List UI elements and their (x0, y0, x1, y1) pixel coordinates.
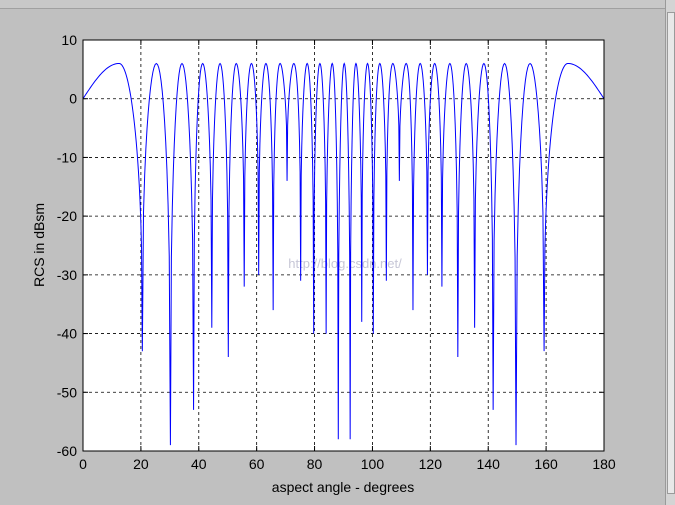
plot-area (83, 40, 604, 451)
x-tick-label: 180 (592, 456, 616, 472)
watermark-text: http://blog.csdn.net/ (288, 256, 402, 271)
x-tick-label: 120 (419, 456, 443, 472)
x-tick-label: 0 (79, 456, 87, 472)
x-axis-label: aspect angle - degrees (272, 479, 414, 495)
watermark: http://blog.csdn.net/ (288, 256, 402, 271)
y-tick-label: -50 (57, 384, 77, 400)
y-tick-label: -30 (57, 267, 77, 283)
y-tick-label: -40 (57, 326, 77, 342)
y-tick-label: -10 (57, 149, 77, 165)
x-tick-label: 40 (191, 456, 207, 472)
x-tick-label: 80 (307, 456, 323, 472)
rcs-chart: http://blog.csdn.net/ 0 20 40 60 80 100 120 140… (31, 32, 616, 495)
x-tick-label: 140 (477, 456, 501, 472)
y-tick-label: 10 (61, 32, 77, 48)
scrollbar-thumb[interactable] (667, 12, 675, 494)
x-tick-labels: 0 20 40 60 80 100 120 140 160 180 (79, 456, 616, 472)
y-tick-label: -20 (57, 208, 77, 224)
x-tick-label: 160 (534, 456, 558, 472)
x-tick-label: 60 (249, 456, 265, 472)
x-tick-label: 100 (361, 456, 385, 472)
x-tick-label: 20 (133, 456, 149, 472)
vertical-scrollbar[interactable] (665, 0, 675, 505)
y-tick-label: -60 (57, 443, 77, 459)
y-tick-labels: 10 0 -10 -20 -30 -40 -50 -60 (57, 32, 77, 459)
y-axis-label: RCS in dBsm (31, 203, 47, 287)
y-tick-label: 0 (69, 91, 77, 107)
